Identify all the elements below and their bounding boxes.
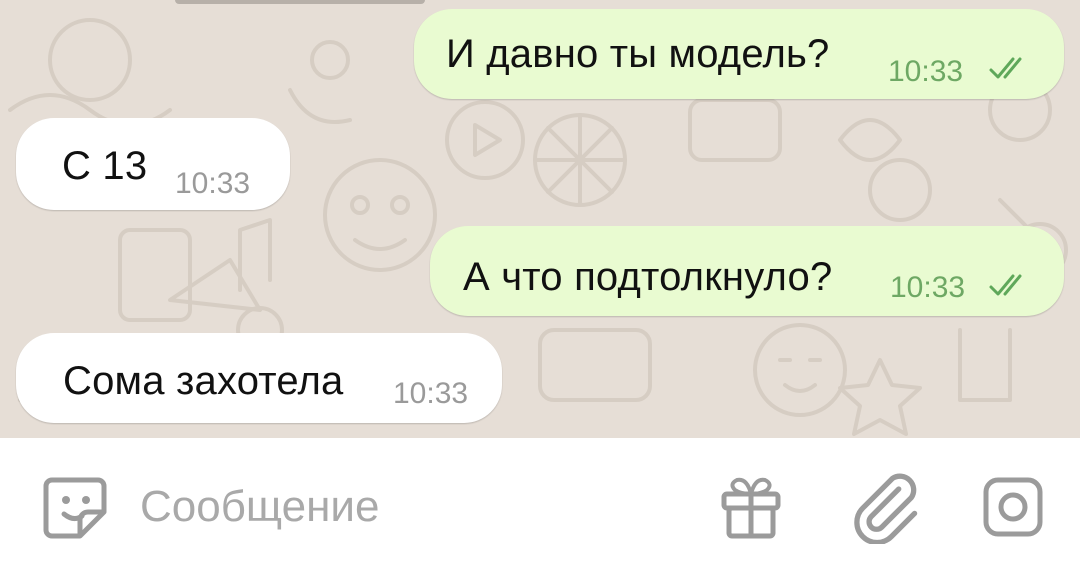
message-text: И давно ты модель? [446,32,830,76]
message-text: Сома захотела [63,359,344,403]
message-time: 10:33 [175,167,251,200]
message-incoming[interactable]: Сома захотела 10:33 [16,333,502,423]
read-ticks-icon [989,274,1022,296]
message-text: А что подтолкнуло? [463,255,833,299]
message-outgoing[interactable]: А что подтолкнуло? 10:33 [430,226,1064,316]
chat-area[interactable]: И давно ты модель? 10:33 С 13 10:33 А чт… [0,0,1080,438]
message-text: С 13 [62,144,148,188]
sticker-icon[interactable] [40,472,110,542]
previous-message-edge [175,0,425,4]
camera-icon[interactable] [978,472,1048,542]
gift-icon[interactable] [716,472,786,542]
message-time: 10:33 [888,55,964,88]
read-ticks-icon [989,57,1022,79]
message-outgoing[interactable]: И давно ты модель? 10:33 [414,9,1064,99]
attach-icon[interactable] [848,470,922,544]
message-input-field[interactable]: Сообщение [140,482,379,532]
message-time: 10:33 [393,377,469,410]
message-time: 10:33 [890,271,966,304]
message-incoming[interactable]: С 13 10:33 [16,118,290,210]
